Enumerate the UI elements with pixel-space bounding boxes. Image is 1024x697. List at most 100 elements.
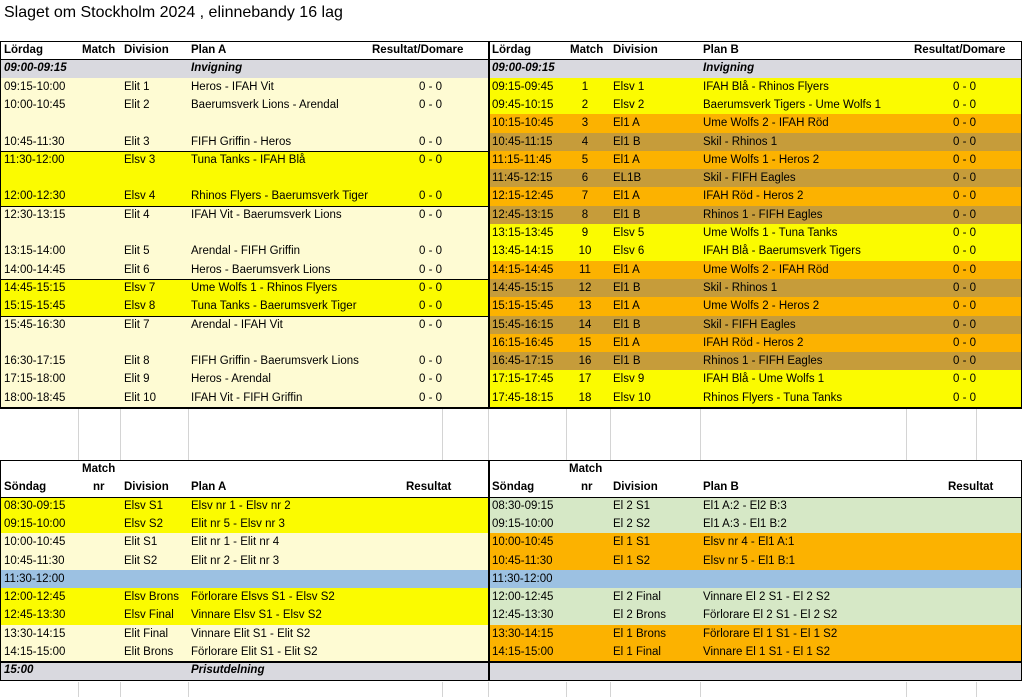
time-cell[interactable]: 10:45-11:15 [492, 133, 568, 151]
time-cell[interactable]: 10:00-10:45 [492, 533, 568, 551]
match-number-cell[interactable]: 5 [570, 151, 600, 169]
division-cell[interactable]: El 1 S1 [613, 533, 679, 551]
sat-a-match-header[interactable]: Match [82, 41, 122, 59]
game-cell[interactable]: IFAH Blå - Ume Wolfs 1 [703, 370, 883, 388]
match-number-cell[interactable]: 9 [570, 224, 600, 242]
match-number-cell[interactable]: 7 [570, 187, 600, 205]
time-cell[interactable]: 12:45-13:15 [492, 206, 568, 224]
match-number-cell[interactable]: 2 [570, 96, 600, 114]
game-cell[interactable]: IFAH Blå - Rhinos Flyers [703, 78, 883, 96]
ceremony-label-cell[interactable]: Prisutdelning [191, 661, 311, 679]
time-cell[interactable]: 12:00-12:45 [492, 588, 568, 606]
division-cell[interactable]: El1 B [613, 279, 679, 297]
game-cell[interactable]: Skil - Rhinos 1 [703, 133, 883, 151]
game-cell[interactable]: IFAH Blå - Baerumsverk Tigers [703, 242, 883, 260]
sun-b-match-header[interactable]: Match [569, 460, 609, 478]
time-cell[interactable]: 17:45-18:15 [492, 389, 568, 407]
game-cell[interactable] [703, 570, 883, 588]
result-cell[interactable]: 0 - 0 [916, 169, 976, 187]
result-cell[interactable]: 0 - 0 [916, 316, 976, 334]
match-number-cell[interactable]: 6 [570, 169, 600, 187]
time-cell[interactable]: 10:45-11:30 [492, 552, 568, 570]
division-cell[interactable]: El 1 S2 [613, 552, 679, 570]
division-cell[interactable]: Elsv 1 [613, 78, 679, 96]
time-cell[interactable]: 15:15-15:45 [492, 297, 568, 315]
time-cell[interactable]: 13:30-14:15 [492, 625, 568, 643]
division-cell[interactable]: El 2 Final [613, 588, 679, 606]
division-cell[interactable]: El1 A [613, 261, 679, 279]
result-cell[interactable]: 0 - 0 [916, 187, 976, 205]
time-cell[interactable]: 14:15-14:45 [492, 261, 568, 279]
division-cell[interactable]: El 1 Final [613, 643, 679, 661]
ceremony-time-cell[interactable]: 15:00 [4, 661, 64, 679]
time-cell[interactable]: 16:15-16:45 [492, 334, 568, 352]
sat-a-day-header[interactable]: Lördag [4, 41, 74, 59]
game-cell[interactable]: Ume Wolfs 1 - Tuna Tanks [703, 224, 883, 242]
time-cell[interactable]: 12:15-12:45 [492, 187, 568, 205]
division-cell[interactable] [613, 570, 679, 588]
sat-b-division-header[interactable]: Division [613, 41, 683, 59]
sun-b-nr-header[interactable]: nr [581, 478, 601, 496]
sun-a-nr-header[interactable]: nr [93, 478, 113, 496]
result-cell[interactable]: 0 - 0 [916, 224, 976, 242]
game-cell[interactable]: Invigning [703, 59, 883, 77]
division-cell[interactable]: El1 A [613, 187, 679, 205]
result-cell[interactable]: 0 - 0 [916, 389, 976, 407]
result-cell[interactable]: 0 - 0 [916, 370, 976, 388]
sun-a-result-header[interactable]: Resultat [406, 478, 486, 496]
game-cell[interactable]: Ume Wolfs 2 - Heros 2 [703, 297, 883, 315]
result-cell[interactable]: 0 - 0 [916, 334, 976, 352]
division-cell[interactable]: El1 B [613, 133, 679, 151]
game-cell[interactable]: Skil - FIFH Eagles [703, 316, 883, 334]
sun-b-day-header[interactable]: Söndag [492, 478, 562, 496]
game-cell[interactable]: Vinnare El 1 S1 - El 1 S2 [703, 643, 883, 661]
time-cell[interactable]: 09:00-09:15 [492, 59, 568, 77]
game-cell[interactable]: El1 A:3 - El1 B:2 [703, 515, 883, 533]
match-number-cell[interactable] [570, 59, 600, 77]
game-cell[interactable]: Förlorare El 2 S1 - El 2 S2 [703, 606, 883, 624]
time-cell[interactable]: 11:30-12:00 [492, 570, 568, 588]
time-cell[interactable]: 11:15-11:45 [492, 151, 568, 169]
sat-a-result-header[interactable]: Resultat/Domare [372, 41, 482, 59]
time-cell[interactable]: 15:45-16:15 [492, 316, 568, 334]
game-cell[interactable]: Skil - Rhinos 1 [703, 279, 883, 297]
sat-b-day-header[interactable]: Lördag [492, 41, 562, 59]
division-cell[interactable]: El 2 Brons [613, 606, 679, 624]
game-cell[interactable]: Ume Wolfs 1 - Heros 2 [703, 151, 883, 169]
match-number-cell[interactable]: 12 [570, 279, 600, 297]
game-cell[interactable]: IFAH Röd - Heros 2 [703, 334, 883, 352]
division-cell[interactable]: El1 B [613, 206, 679, 224]
division-cell[interactable]: Elsv 6 [613, 242, 679, 260]
game-cell[interactable]: Rhinos Flyers - Tuna Tanks [703, 389, 883, 407]
match-number-cell[interactable]: 8 [570, 206, 600, 224]
division-cell[interactable]: El 2 S2 [613, 515, 679, 533]
game-cell[interactable]: Förlorare El 1 S1 - El 1 S2 [703, 625, 883, 643]
division-cell[interactable]: Elsv 9 [613, 370, 679, 388]
game-cell[interactable]: Ume Wolfs 2 - IFAH Röd [703, 261, 883, 279]
time-cell[interactable]: 09:15-09:45 [492, 78, 568, 96]
time-cell[interactable]: 17:15-17:45 [492, 370, 568, 388]
game-cell[interactable]: IFAH Röd - Heros 2 [703, 187, 883, 205]
result-cell[interactable]: 0 - 0 [916, 114, 976, 132]
result-cell[interactable]: 0 - 0 [916, 261, 976, 279]
division-cell[interactable]: El 1 Brons [613, 625, 679, 643]
sat-a-plan-header[interactable]: Plan A [191, 41, 311, 59]
match-number-cell[interactable]: 14 [570, 316, 600, 334]
match-number-cell[interactable]: 17 [570, 370, 600, 388]
game-cell[interactable]: Rhinos 1 - FIFH Eagles [703, 206, 883, 224]
result-cell[interactable]: 0 - 0 [916, 279, 976, 297]
match-number-cell[interactable]: 18 [570, 389, 600, 407]
match-number-cell[interactable]: 16 [570, 352, 600, 370]
game-cell[interactable]: Skil - FIFH Eagles [703, 169, 883, 187]
division-cell[interactable]: El1 B [613, 316, 679, 334]
time-cell[interactable]: 08:30-09:15 [492, 497, 568, 515]
division-cell[interactable]: El1 A [613, 151, 679, 169]
division-cell[interactable]: EL1B [613, 169, 679, 187]
time-cell[interactable]: 11:45-12:15 [492, 169, 568, 187]
result-cell[interactable] [916, 59, 976, 77]
sun-b-result-header[interactable]: Resultat [948, 478, 1024, 496]
time-cell[interactable]: 13:15-13:45 [492, 224, 568, 242]
time-cell[interactable]: 09:15-10:00 [492, 515, 568, 533]
division-cell[interactable]: Elsv 10 [613, 389, 679, 407]
match-number-cell[interactable]: 3 [570, 114, 600, 132]
